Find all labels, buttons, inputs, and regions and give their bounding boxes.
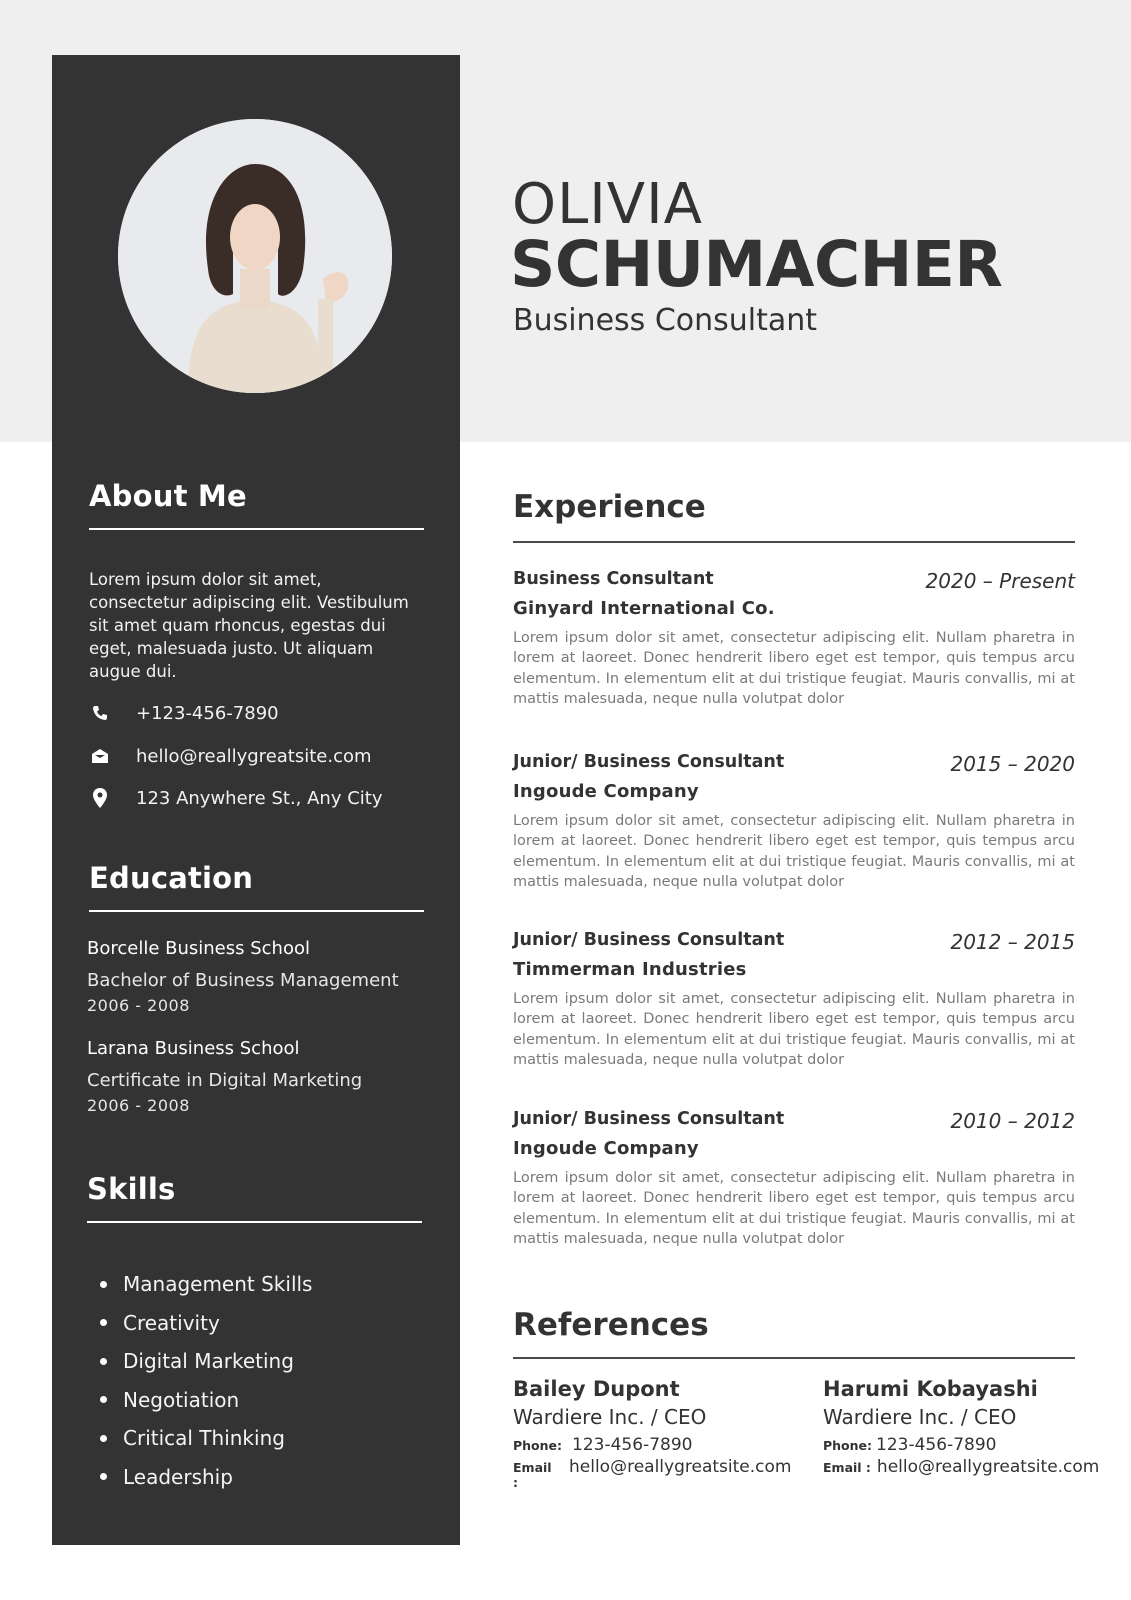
skill-item: Negotiation — [87, 1381, 407, 1420]
job-description: Lorem ipsum dolor sit amet, consectetur … — [513, 991, 1075, 1068]
bullet-icon — [100, 1357, 107, 1365]
skill-item: Critical Thinking — [87, 1419, 407, 1458]
experience-item: Business Consultant 2020 – Present Ginya… — [513, 569, 1075, 709]
experience-divider — [513, 541, 1075, 543]
education-degree: Certificate in Digital Marketing — [87, 1070, 363, 1091]
reference-phone: Phone: 123-456-7890 — [513, 1435, 783, 1455]
job-description: Lorem ipsum dolor sit amet, consectetur … — [513, 630, 1075, 707]
skills-heading: Skills — [87, 1172, 176, 1206]
reference-company: Wardiere Inc. / CEO — [513, 1405, 707, 1429]
contact-email-text[interactable]: hello@reallygreatsite.com — [136, 746, 372, 767]
contact-address: 123 Anywhere St., Any City — [89, 787, 419, 809]
skill-item: Leadership — [87, 1458, 407, 1497]
phone-label: Phone: — [513, 1438, 563, 1453]
education-years: 2006 - 2008 — [87, 996, 190, 1015]
skills-divider — [87, 1221, 422, 1223]
skills-section: Skills — [87, 1172, 422, 1223]
email-label: Email : — [823, 1460, 871, 1475]
experience-heading: Experience — [513, 489, 706, 525]
skill-label: Negotiation — [123, 1387, 240, 1412]
reference-email: Email : hello@reallygreatsite.com — [513, 1457, 791, 1490]
skill-item: Digital Marketing — [87, 1342, 407, 1381]
skill-label: Critical Thinking — [123, 1426, 285, 1451]
education-school: Borcelle Business School — [87, 938, 310, 959]
bullet-icon — [100, 1280, 107, 1288]
skill-item: Management Skills — [87, 1265, 407, 1304]
reference-name: Harumi Kobayashi — [823, 1377, 1038, 1401]
reference-company: Wardiere Inc. / CEO — [823, 1405, 1017, 1429]
reference-phone-value[interactable]: 123-456-7890 — [876, 1435, 996, 1455]
experience-item: Junior/ Business Consultant 2012 – 2015 … — [513, 930, 1075, 1070]
job-company: Ingoude Company — [513, 1138, 699, 1159]
education-years: 2006 - 2008 — [87, 1096, 190, 1115]
reference-email-value[interactable]: hello@reallygreatsite.com — [569, 1457, 791, 1477]
job-dates: 2015 – 2020 — [950, 752, 1075, 776]
skill-item: Creativity — [87, 1304, 407, 1343]
reference-email: Email : hello@reallygreatsite.com — [823, 1457, 1123, 1477]
phone-label: Phone: — [823, 1438, 873, 1453]
job-company: Timmerman Industries — [513, 959, 747, 980]
about-text: Lorem ipsum dolor sit amet, consectetur … — [89, 570, 409, 681]
skill-label: Creativity — [123, 1310, 220, 1335]
job-description: Lorem ipsum dolor sit amet, consectetur … — [513, 813, 1075, 890]
reference-card: Harumi Kobayashi Wardiere Inc. / CEO Pho… — [823, 1377, 1123, 1477]
skill-label: Management Skills — [123, 1272, 313, 1297]
bullet-icon — [100, 1319, 107, 1327]
contact-email: hello@reallygreatsite.com — [89, 745, 419, 767]
education-degree: Bachelor of Business Management — [87, 970, 399, 991]
job-description: Lorem ipsum dolor sit amet, consectetur … — [513, 1170, 1075, 1247]
skills-list: Management Skills Creativity Digital Mar… — [87, 1265, 407, 1496]
experience-item: Junior/ Business Consultant 2010 – 2012 … — [513, 1109, 1075, 1249]
experience-item: Junior/ Business Consultant 2015 – 2020 … — [513, 752, 1075, 892]
last-name: SCHUMACHER — [510, 228, 1003, 301]
job-company: Ingoude Company — [513, 781, 699, 802]
email-label: Email : — [513, 1460, 552, 1490]
references-heading: References — [513, 1307, 709, 1343]
phone-icon — [89, 702, 111, 724]
map-pin-icon — [89, 787, 111, 809]
contact-address-text: 123 Anywhere St., Any City — [136, 787, 383, 809]
reference-card: Bailey Dupont Wardiere Inc. / CEO Phone:… — [513, 1377, 791, 1490]
bullet-icon — [100, 1434, 107, 1442]
reference-name: Bailey Dupont — [513, 1377, 680, 1401]
envelope-icon — [89, 745, 111, 767]
reference-phone: Phone: 123-456-7890 — [823, 1435, 1123, 1455]
reference-phone-value[interactable]: 123-456-7890 — [572, 1435, 692, 1455]
job-dates: 2020 – Present — [925, 569, 1075, 593]
education-school: Larana Business School — [87, 1038, 300, 1059]
about-section: About Me — [89, 479, 424, 530]
person-photo-icon — [118, 119, 392, 393]
sidebar: About Me Lorem ipsum dolor sit amet, con… — [52, 55, 460, 1545]
bullet-icon — [100, 1473, 107, 1481]
contact-phone: +123-456-7890 — [89, 702, 419, 724]
job-dates: 2010 – 2012 — [950, 1109, 1075, 1133]
skill-label: Leadership — [123, 1464, 233, 1489]
job-dates: 2012 – 2015 — [950, 930, 1075, 954]
job-company: Ginyard International Co. — [513, 598, 775, 619]
reference-email-value[interactable]: hello@reallygreatsite.com — [877, 1457, 1099, 1477]
references-divider — [513, 1357, 1075, 1359]
profile-photo — [118, 119, 392, 393]
about-divider — [89, 528, 424, 530]
job-title: Business Consultant — [513, 303, 818, 338]
education-divider — [89, 910, 424, 912]
education-section: Education — [89, 861, 424, 912]
skill-label: Digital Marketing — [123, 1349, 294, 1374]
contact-phone-text[interactable]: +123-456-7890 — [136, 703, 279, 724]
education-heading: Education — [89, 861, 254, 895]
bullet-icon — [100, 1396, 107, 1404]
about-heading: About Me — [89, 479, 247, 513]
